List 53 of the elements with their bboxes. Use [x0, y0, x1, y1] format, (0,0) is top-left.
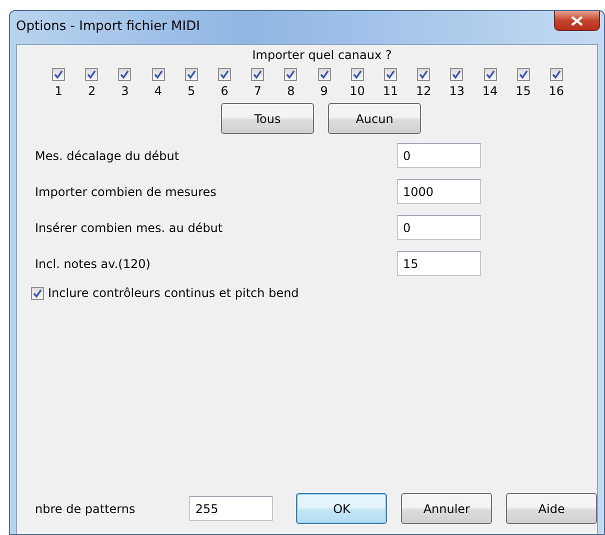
channel-number: 6 [220, 84, 228, 98]
number-field[interactable]: 15 [397, 251, 481, 276]
channel-number: 14 [482, 84, 498, 98]
channel-checkbox[interactable] [350, 68, 364, 81]
dialog-button[interactable]: Aide [506, 493, 597, 524]
field-label: Importer combien de mesures [35, 184, 216, 198]
close-icon [571, 16, 583, 26]
number-field[interactable]: 0 [397, 143, 481, 168]
channel-number: 2 [88, 84, 96, 98]
channel-checkbox[interactable] [218, 68, 232, 81]
patterns-label: nbre de patterns [35, 502, 136, 516]
channel-checkbox[interactable] [118, 68, 132, 81]
channels-heading: Importer quel canaux ? [251, 48, 393, 62]
number-field[interactable]: 0 [397, 215, 481, 240]
channel-number: 10 [350, 84, 365, 98]
channel-number: 9 [320, 84, 328, 98]
channel-number: 7 [254, 84, 262, 98]
channel-checkbox[interactable] [284, 68, 298, 81]
channel-number: 4 [154, 84, 162, 98]
channel-number: 8 [287, 84, 295, 98]
channel-checkbox[interactable] [484, 68, 497, 81]
channel-number: 16 [548, 84, 564, 98]
checkbox-label: Inclure contrôleurs continus et pitch bend [48, 286, 299, 300]
channel-checkbox[interactable] [384, 68, 397, 81]
controllers-checkbox[interactable] [31, 286, 44, 300]
channel-number: 1 [54, 84, 62, 98]
channel-number: 3 [121, 84, 129, 98]
channel-checkbox[interactable] [85, 68, 98, 81]
field-label: Insérer combien mes. au début [35, 220, 223, 234]
patterns-field[interactable]: 255 [189, 496, 274, 521]
channel-checkbox[interactable] [550, 68, 563, 81]
number-field[interactable]: 1000 [397, 179, 481, 204]
channel-number: 15 [516, 84, 531, 98]
close-button[interactable] [554, 11, 600, 31]
dialog-button[interactable]: Annuler [401, 493, 492, 524]
channel-number: 5 [188, 84, 196, 98]
channel-number: 11 [382, 84, 398, 98]
channel-checkbox[interactable] [516, 68, 530, 81]
field-label: Mes. décalage du début [35, 148, 180, 162]
channel-checkbox[interactable] [251, 68, 264, 81]
channel-number: 13 [449, 84, 464, 98]
channel-checkbox[interactable] [52, 68, 66, 81]
channel-checkbox[interactable] [417, 68, 430, 81]
channel-select-button[interactable]: Tous [221, 103, 314, 134]
channel-number: 12 [416, 84, 432, 98]
channel-checkbox[interactable] [152, 68, 165, 81]
field-label: Incl. notes av.(120) [35, 256, 150, 270]
channel-select-button[interactable]: Aucun [328, 103, 421, 134]
channel-checkbox[interactable] [184, 68, 198, 81]
window-title: Options - Import fichier MIDI [16, 19, 200, 34]
channel-checkbox[interactable] [450, 68, 464, 81]
dialog-button[interactable]: OK [296, 493, 388, 524]
channel-checkbox[interactable] [318, 68, 331, 81]
